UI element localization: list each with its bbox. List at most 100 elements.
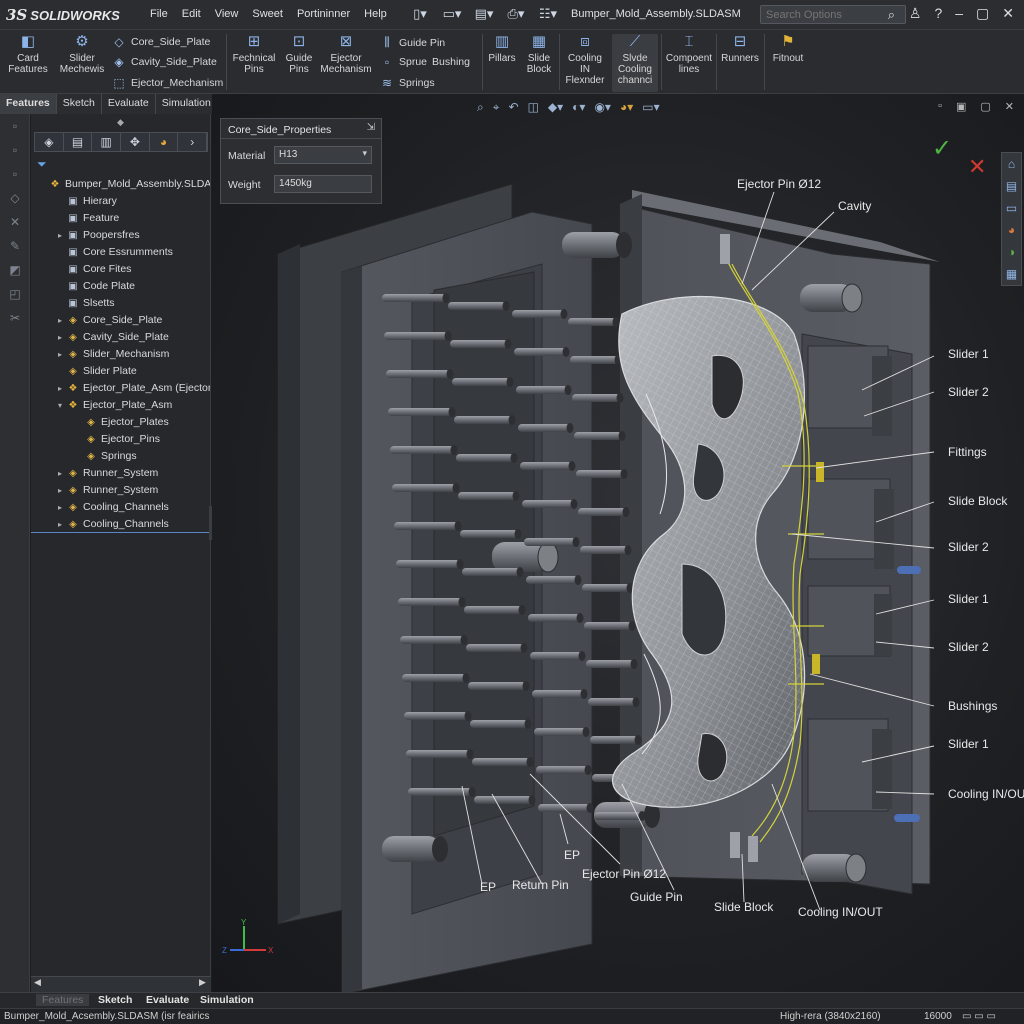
home-icon[interactable]: ⌂ xyxy=(1002,153,1021,175)
ejector-pin[interactable] xyxy=(402,674,466,682)
strip-tool-icon[interactable]: ▫ xyxy=(0,114,30,138)
ejector-pin[interactable] xyxy=(516,386,568,394)
ejector-pin[interactable] xyxy=(528,614,580,622)
tree-item[interactable]: ▸ ◈ Cavity_Side_Plate xyxy=(31,329,210,346)
ejector-pin[interactable] xyxy=(590,736,638,744)
ejector-pin[interactable] xyxy=(450,340,508,348)
tree-item[interactable]: ▣ Code Plate xyxy=(31,278,210,295)
expand-arrow-icon[interactable]: ▸ xyxy=(55,227,65,244)
open-folder-icon[interactable]: ▭▾ xyxy=(440,6,464,24)
file-explorer-icon[interactable]: ▭ xyxy=(1002,197,1021,219)
scroll-left-icon[interactable]: ◀ xyxy=(34,977,41,988)
menu-file[interactable]: File xyxy=(150,8,168,20)
strip-tool-icon[interactable]: ✎ xyxy=(0,234,30,258)
strip-tool-icon[interactable]: ◰ xyxy=(0,282,30,306)
section-view-icon[interactable]: ◫ xyxy=(528,100,539,115)
ejector-pin[interactable] xyxy=(466,644,524,652)
ejector-pin[interactable] xyxy=(524,538,576,546)
tree-item[interactable]: ▾ ❖ Ejector_Plate_Asm xyxy=(31,397,210,414)
ejector-pin[interactable] xyxy=(522,500,574,508)
fitout-button[interactable]: ⚑ Fitnout xyxy=(768,34,808,65)
configuration-tab-icon[interactable]: ▥ xyxy=(92,133,122,151)
core-side-plate[interactable] xyxy=(277,183,593,992)
expand-arrow-icon[interactable]: ▾ xyxy=(55,397,65,414)
ejector-pin[interactable] xyxy=(406,750,470,758)
tree-item[interactable]: ▣ Slsetts xyxy=(31,295,210,312)
tree-item[interactable]: ❖ Bumper_Mold_Assembly.SLDASM xyxy=(31,176,210,193)
guide-pin-button[interactable]: ⫼ Guide Pin xyxy=(380,35,445,50)
scroll-right-icon[interactable]: ▶ xyxy=(199,977,206,988)
slider-mechanism-button[interactable]: ⚙ Slider Mechewis xyxy=(56,34,108,76)
options-icon[interactable]: ☷▾ xyxy=(536,6,560,24)
menu-view[interactable]: View xyxy=(215,8,239,20)
expand-arrow-icon[interactable]: ▸ xyxy=(55,516,65,532)
tab-evaluate[interactable]: Evaluate xyxy=(102,94,156,114)
ejector-pin[interactable] xyxy=(536,766,588,774)
ejector-pin[interactable] xyxy=(386,370,450,378)
ejector-pin[interactable] xyxy=(398,598,462,606)
menu-sweet[interactable]: Sweet xyxy=(252,8,283,20)
hide-show-icon[interactable]: ◉▾ xyxy=(594,100,611,115)
ejector-pin[interactable] xyxy=(582,584,630,592)
expand-arrow-icon[interactable]: ▸ xyxy=(55,482,65,499)
ejector-pin[interactable] xyxy=(458,492,516,500)
tree-item[interactable]: ▸❖ Ejector_Plate_Asm (Ejector_Pla xyxy=(31,380,210,397)
tab-features[interactable]: Features xyxy=(0,94,57,114)
status-panel-icons[interactable]: ▭ ▭ ▭ xyxy=(962,1011,996,1022)
strip-tool-icon[interactable]: ▫ xyxy=(0,162,30,186)
viewport-close-icon[interactable]: ✕ xyxy=(1005,100,1014,113)
view-orientation-icon[interactable]: ◆▾ xyxy=(548,100,563,115)
menu-portininner[interactable]: Portininner xyxy=(297,8,350,20)
ejector-pin[interactable] xyxy=(470,720,528,728)
tree-more-icon[interactable]: › xyxy=(178,133,208,151)
ejector-pin[interactable] xyxy=(390,446,454,454)
save-icon[interactable]: ▤▾ xyxy=(472,6,496,24)
ejector-pin[interactable] xyxy=(594,812,642,820)
ejector-pin[interactable] xyxy=(454,416,512,424)
ejector-pin[interactable] xyxy=(512,310,564,318)
viewport-maximize-icon[interactable]: ▢ xyxy=(980,100,990,113)
ejector-pin[interactable] xyxy=(588,698,636,706)
print-icon[interactable]: ⎙▾ xyxy=(504,6,528,24)
viewport-restore-icon[interactable]: ▫ xyxy=(938,100,942,113)
close-icon[interactable]: ✕ xyxy=(1002,5,1014,22)
strip-tool-icon[interactable]: ✂ xyxy=(0,306,30,330)
ejector-pin[interactable] xyxy=(456,454,514,462)
ejector-pin[interactable] xyxy=(526,576,578,584)
filter-icon[interactable]: ⏷ xyxy=(37,157,47,172)
weight-field[interactable]: 1450kg xyxy=(274,175,372,193)
feature-tree-tab-icon[interactable]: ◈ xyxy=(35,133,64,151)
ejector-pin[interactable] xyxy=(384,332,448,340)
ejector-pin[interactable] xyxy=(382,294,446,302)
expand-arrow-icon[interactable]: ▸ xyxy=(55,312,65,329)
search-icon[interactable]: ⌕ xyxy=(888,7,895,23)
ejector-pin[interactable] xyxy=(532,690,584,698)
accept-check-icon[interactable]: ✓ xyxy=(932,134,952,163)
user-icon[interactable]: ♙ xyxy=(909,5,922,22)
ejector-pin[interactable] xyxy=(464,606,522,614)
tab-simulation[interactable]: Simulation xyxy=(156,94,218,114)
help-icon[interactable]: ? xyxy=(934,5,942,22)
dimxpert-tab-icon[interactable]: ✥ xyxy=(121,133,150,151)
ejector-pin[interactable] xyxy=(572,394,620,402)
ejector-pin[interactable] xyxy=(404,712,468,720)
ejector-pin[interactable] xyxy=(520,462,572,470)
menu-help[interactable]: Help xyxy=(364,8,387,20)
tree-item[interactable]: ▸ ◈ Cooling_Channels xyxy=(31,516,210,533)
ejector-pin[interactable] xyxy=(584,622,632,630)
ejector-pin[interactable] xyxy=(388,408,452,416)
tree-item[interactable]: ◈ Springs xyxy=(31,448,210,465)
restore-icon[interactable]: ▢ xyxy=(976,5,989,22)
strip-tool-icon[interactable]: ✕ xyxy=(0,210,30,234)
ejector-pin[interactable] xyxy=(514,348,566,356)
ejector-mechanism-small-button[interactable]: ⬚ Ejector_Mechanism xyxy=(112,76,223,90)
ejector-pin[interactable] xyxy=(400,636,464,644)
ejector-pin[interactable] xyxy=(396,560,460,568)
slide-cooling-button[interactable]: ⟋ Slvde Cooling channci xyxy=(612,34,658,92)
tree-expand-icon[interactable]: ◆ xyxy=(117,117,124,128)
custom-properties-icon[interactable]: ▦ xyxy=(1002,263,1021,285)
material-select[interactable]: H13 ▾ xyxy=(274,146,372,164)
minimize-icon[interactable]: – xyxy=(955,5,963,22)
ejector-pin[interactable] xyxy=(452,378,510,386)
ejector-pin[interactable] xyxy=(518,424,570,432)
